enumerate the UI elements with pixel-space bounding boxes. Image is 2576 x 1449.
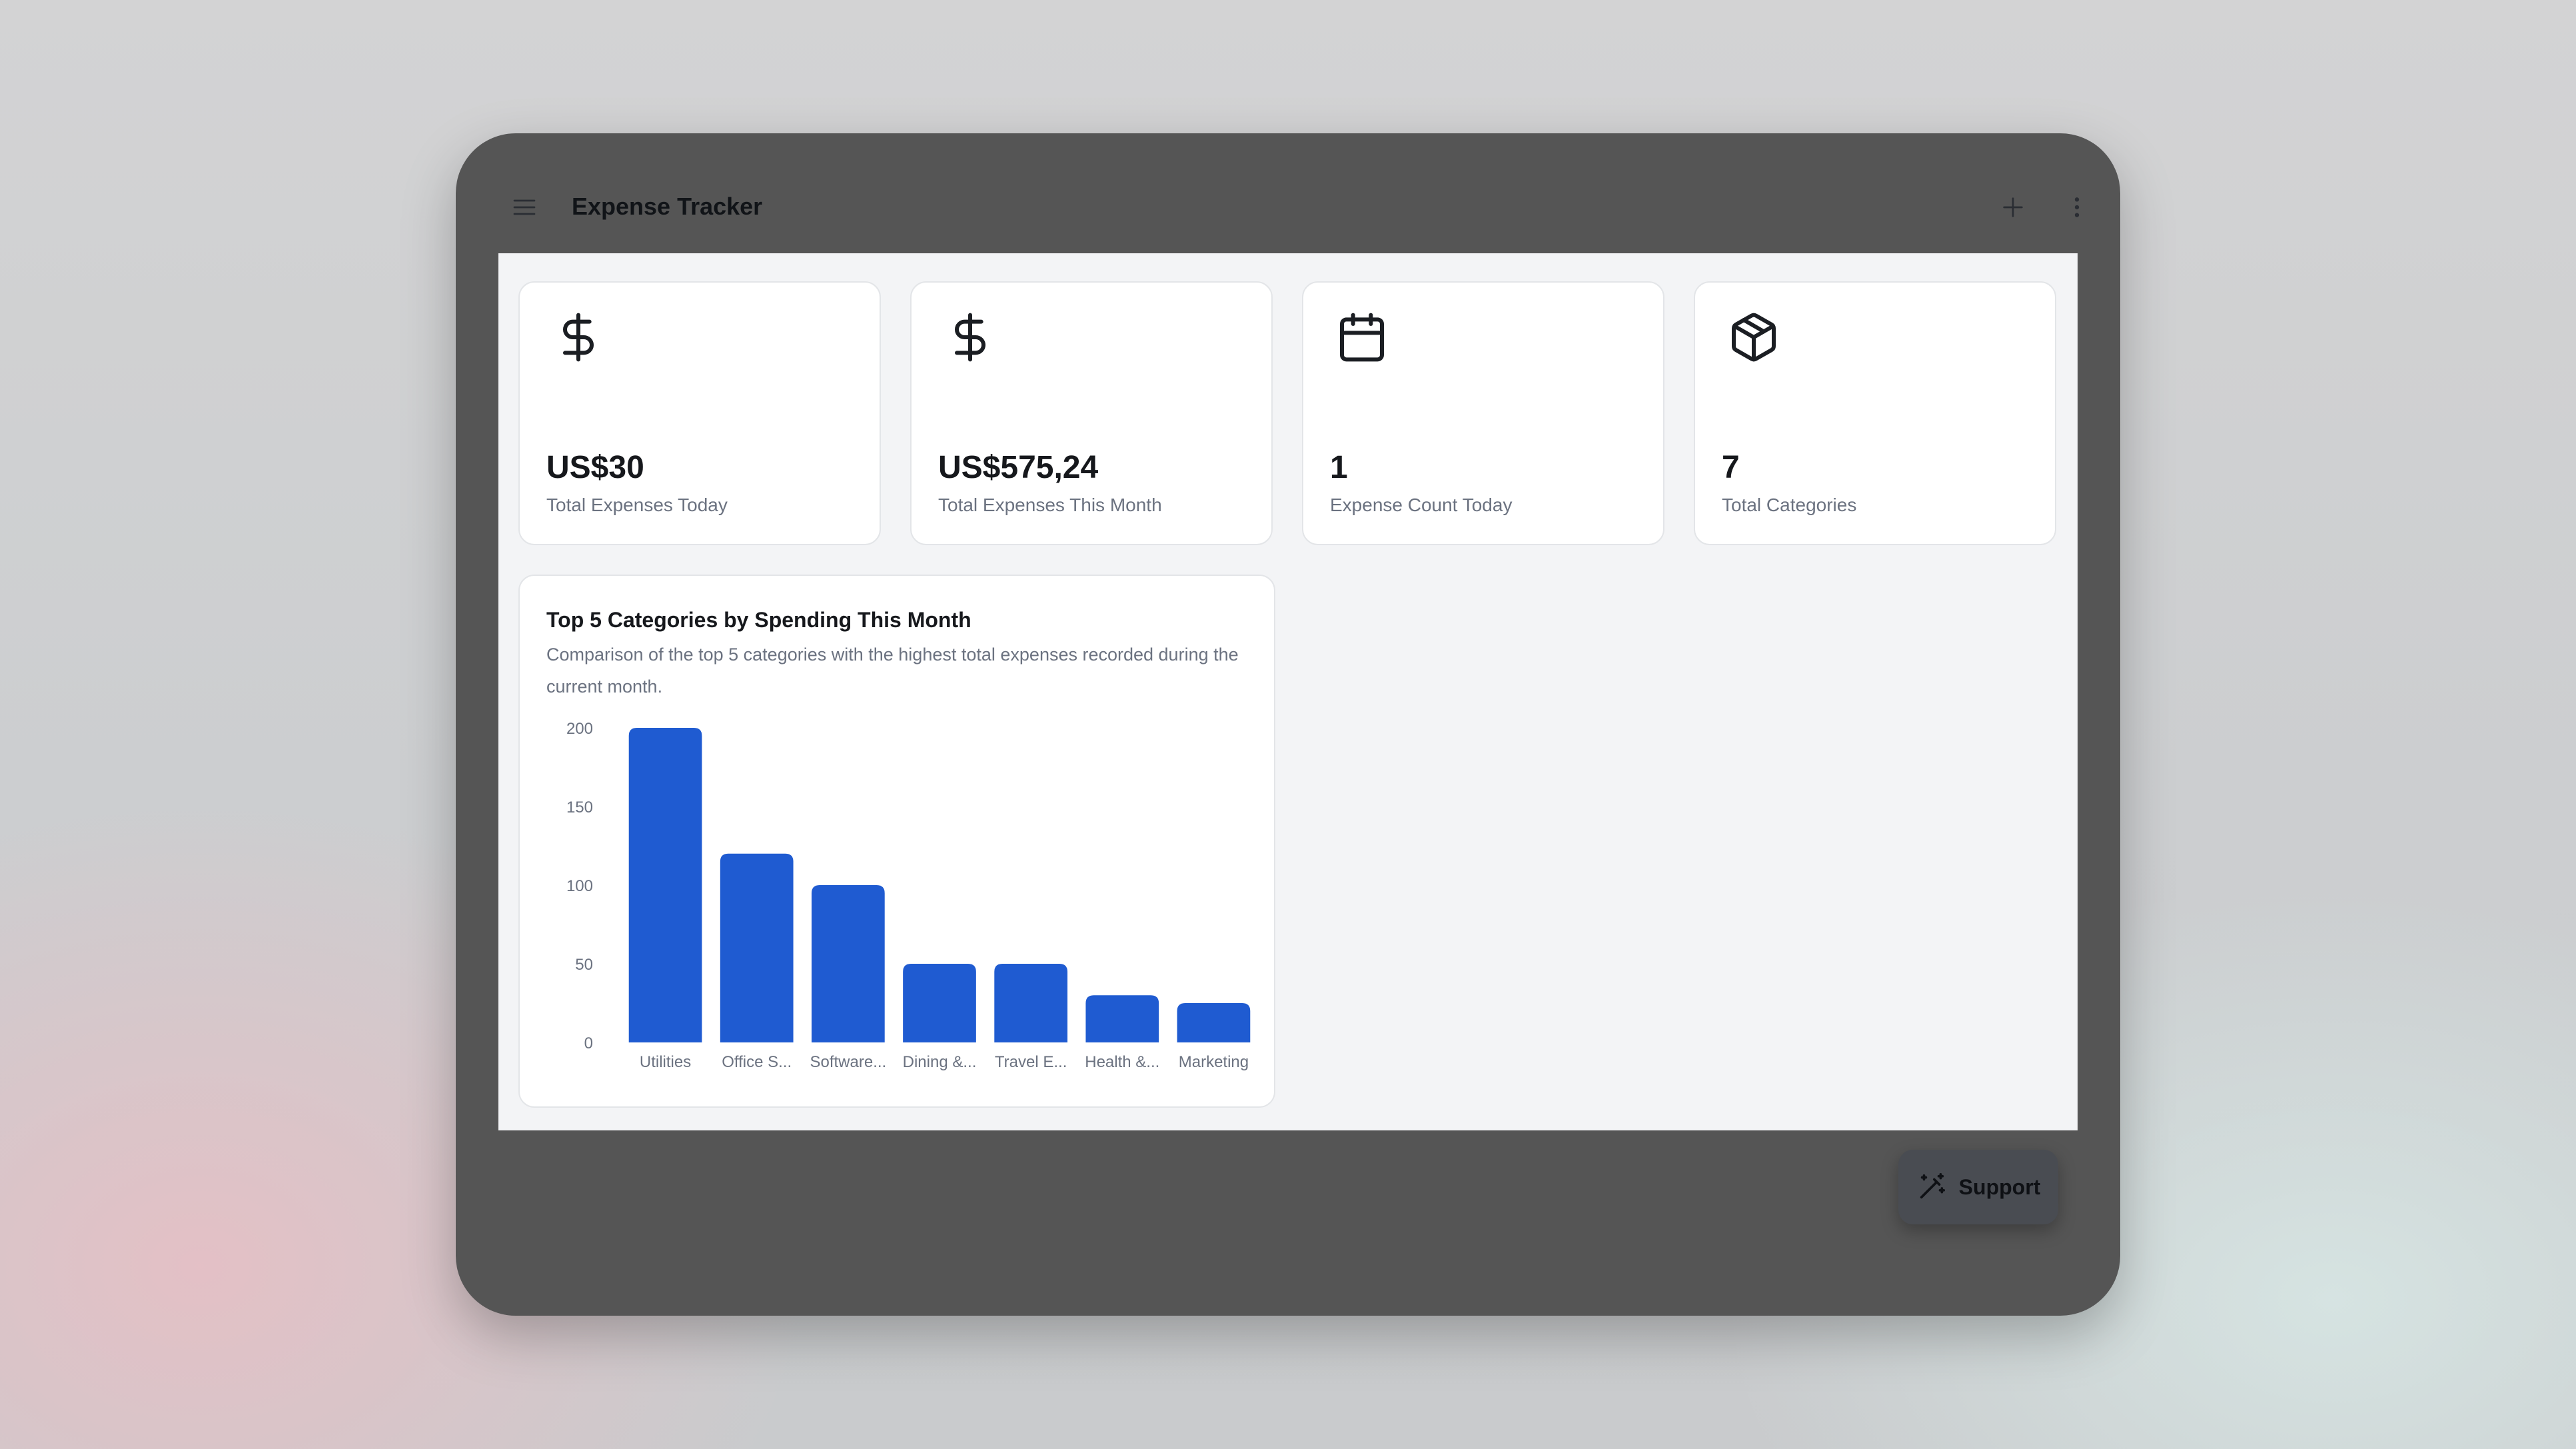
magic-wand-icon bbox=[1920, 1173, 1945, 1199]
stat-card-expenses-today: US$30 Total Expenses Today bbox=[518, 281, 881, 545]
menu-icon bbox=[513, 199, 536, 215]
dollar-icon bbox=[563, 313, 594, 362]
stat-label: Expense Count Today bbox=[1330, 495, 1513, 515]
stat-label: Total Expenses This Month bbox=[938, 495, 1162, 515]
calendar-icon bbox=[1340, 313, 1384, 362]
plus-icon bbox=[2003, 197, 2023, 217]
y-tick-label: 100 bbox=[566, 877, 593, 895]
chart-bar[interactable] bbox=[1085, 995, 1159, 1042]
stat-value: US$30 bbox=[546, 450, 644, 485]
x-tick-label: Marketing bbox=[1179, 1053, 1249, 1071]
stat-card-total-categories: 7 Total Categories bbox=[1694, 281, 2056, 545]
app-title: Expense Tracker bbox=[572, 193, 763, 220]
menu-button[interactable] bbox=[508, 191, 541, 224]
chart-bar[interactable] bbox=[994, 964, 1067, 1042]
x-tick-label: Office S... bbox=[722, 1053, 792, 1071]
x-tick-label: Utilities bbox=[640, 1053, 691, 1071]
chart-bar[interactable] bbox=[903, 964, 976, 1042]
stat-label: Total Expenses Today bbox=[546, 495, 728, 515]
stat-value: 1 bbox=[1330, 450, 1348, 485]
support-label: Support bbox=[1958, 1174, 2041, 1199]
more-options-button[interactable] bbox=[2060, 191, 2094, 224]
stat-value: US$575,24 bbox=[938, 450, 1099, 485]
chart-bar[interactable] bbox=[628, 728, 702, 1042]
stat-card-expenses-month: US$575,24 Total Expenses This Month bbox=[910, 281, 1273, 545]
x-tick-label: Software... bbox=[810, 1053, 886, 1071]
y-tick-label: 150 bbox=[566, 798, 593, 816]
stat-value: 7 bbox=[1722, 450, 1740, 485]
dollar-icon bbox=[955, 313, 985, 362]
chart-bar[interactable] bbox=[812, 885, 885, 1042]
top-categories-chart-card: Top 5 Categories by Spending This Month … bbox=[518, 575, 1275, 1108]
y-tick-label: 50 bbox=[575, 956, 593, 974]
x-tick-label: Travel E... bbox=[995, 1053, 1067, 1071]
stat-card-expense-count: 1 Expense Count Today bbox=[1302, 281, 1664, 545]
stat-label: Total Categories bbox=[1722, 495, 1857, 515]
chart-bar[interactable] bbox=[720, 853, 794, 1042]
support-button[interactable]: Support bbox=[1898, 1150, 2058, 1224]
app-header: Expense Tracker bbox=[497, 167, 2080, 249]
y-tick-label: 0 bbox=[584, 1034, 593, 1052]
add-expense-button[interactable] bbox=[1996, 191, 2030, 224]
x-tick-label: Health &... bbox=[1085, 1053, 1159, 1071]
package-icon bbox=[1732, 313, 1776, 362]
more-vertical-icon bbox=[2074, 197, 2080, 217]
device-frame: Expense Tracker US$30 Total Expenses Tod… bbox=[456, 133, 2120, 1316]
x-tick-label: Dining &... bbox=[903, 1053, 977, 1071]
dashboard-content: US$30 Total Expenses Today US$575,24 Tot… bbox=[498, 253, 2078, 1130]
chart-bar[interactable] bbox=[1177, 1003, 1251, 1042]
y-tick-label: 200 bbox=[566, 720, 593, 738]
bar-chart: 0 50 100 150 200 Utilities Office S... Software… bbox=[566, 720, 1251, 1071]
